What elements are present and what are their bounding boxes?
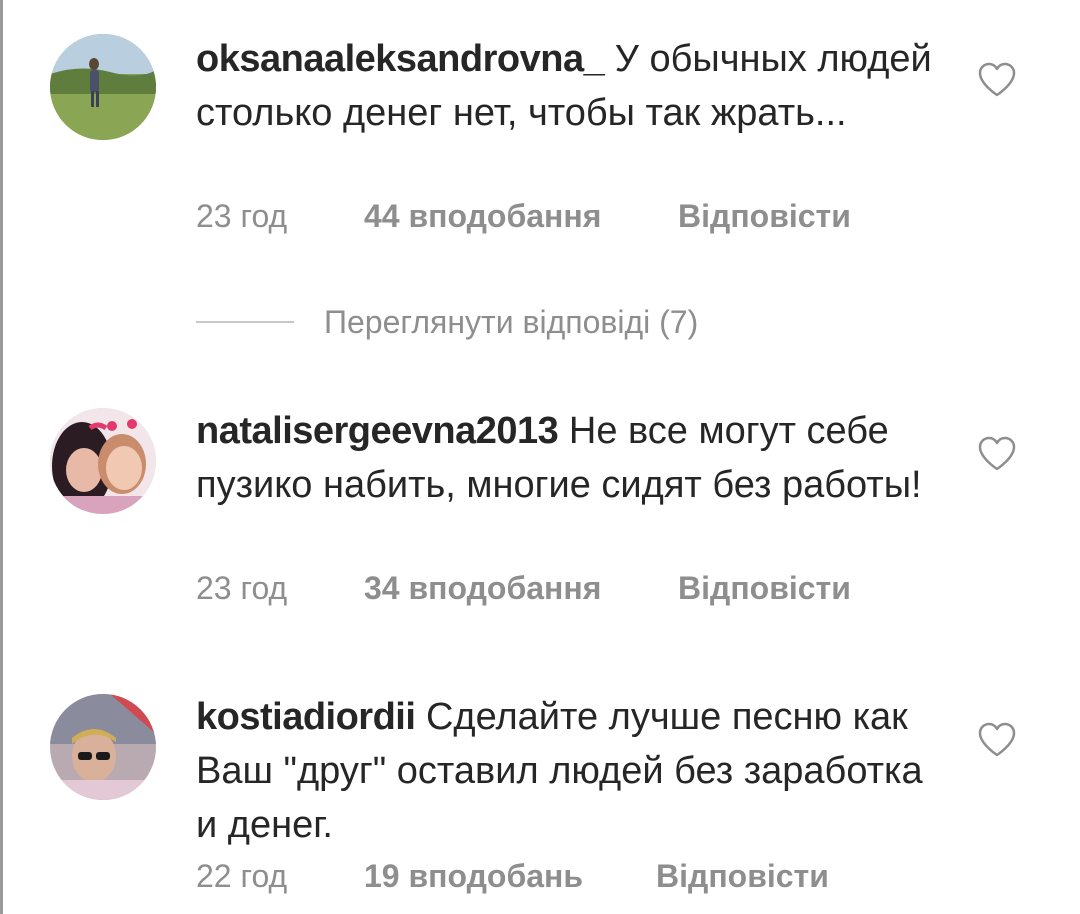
reply-button[interactable]: Відповісти [678,568,851,608]
avatar-photo-two-girls [50,408,156,514]
avatar[interactable] [50,408,156,514]
view-replies-label[interactable]: Переглянути відповіді (7) [324,304,698,341]
comment-time: 22 год [196,858,288,894]
comment-body: kostiadiordii Сделайте лучше песню как В… [196,690,936,852]
reply-button[interactable]: Відповісти [656,856,829,896]
comment-body: natalisergeevna2013 Не все могут себе пу… [196,404,936,512]
comment-meta: 23 год 44 вподобання Відповісти [196,196,851,236]
heart-outline-icon[interactable] [977,436,1017,472]
heart-outline-icon[interactable] [977,722,1017,758]
comment-likes[interactable]: 44 вподобання [364,196,601,236]
comment-meta: 23 год 34 вподобання Відповісти [196,568,851,608]
comment-username[interactable]: oksanaaleksandrovna_ [196,38,605,80]
comment-meta: 22 год 19 вподобань Відповісти [196,856,829,896]
comment-likes[interactable]: 19 вподобань [364,856,583,896]
comment-username[interactable]: kostiadiordii [196,696,416,738]
avatar-photo-woman-field [50,34,156,140]
comment-username[interactable]: natalisergeevna2013 [196,410,559,452]
comment-likes[interactable]: 34 вподобання [364,568,601,608]
comment-time: 23 год [196,570,288,606]
comment-time: 23 год [196,198,288,234]
avatar[interactable] [50,694,156,800]
comment-body: oksanaaleksandrovna_ У обычных людей сто… [196,32,936,140]
view-replies-button[interactable]: Переглянути відповіді (7) [196,302,698,342]
avatar[interactable] [50,34,156,140]
left-edge-border [0,0,3,914]
avatar-photo-man-sunglasses [50,694,156,800]
heart-outline-icon[interactable] [977,62,1017,98]
reply-button[interactable]: Відповісти [678,196,851,236]
view-replies-line [196,321,294,323]
